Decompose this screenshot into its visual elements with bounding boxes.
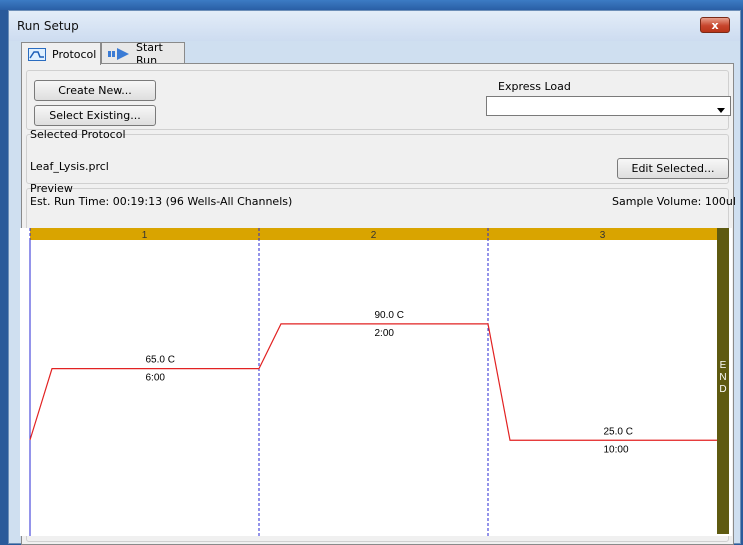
step-temperature-label: 90.0 C bbox=[375, 310, 404, 321]
tab-protocol[interactable]: Protocol bbox=[21, 42, 101, 65]
est-run-time: Est. Run Time: 00:19:13 (96 Wells-All Ch… bbox=[30, 195, 293, 208]
step-time-label: 2:00 bbox=[375, 328, 395, 339]
create-new-button[interactable]: Create New... bbox=[34, 80, 156, 101]
step-number-label: 3 bbox=[600, 230, 606, 241]
edit-selected-label: Edit Selected... bbox=[631, 162, 715, 175]
close-button[interactable]: x bbox=[700, 17, 730, 33]
step-time-label: 10:00 bbox=[604, 444, 629, 455]
desktop-top-band bbox=[0, 0, 743, 10]
window-title: Run Setup bbox=[17, 19, 79, 33]
step-temperature-label: 25.0 C bbox=[604, 426, 633, 437]
express-load-label: Express Load bbox=[498, 80, 571, 93]
end-label-letter: N bbox=[719, 372, 726, 383]
create-new-label: Create New... bbox=[58, 84, 132, 97]
selected-protocol-value: Leaf_Lysis.prcl bbox=[30, 160, 109, 173]
tab-protocol-label: Protocol bbox=[52, 47, 97, 61]
step-number-label: 2 bbox=[371, 230, 377, 241]
edit-selected-button[interactable]: Edit Selected... bbox=[617, 158, 729, 179]
protocol-preview-chart: E N D 1 2 3 65.0 C 6:00 90.0 C 2:00 25.0 C 10:00 bbox=[20, 228, 732, 536]
end-label-letter: E bbox=[720, 360, 727, 371]
chevron-down-icon bbox=[717, 103, 725, 116]
waveform-icon bbox=[28, 47, 46, 61]
step-time-label: 6:00 bbox=[146, 373, 166, 384]
selected-protocol-label: Selected Protocol bbox=[30, 128, 126, 141]
play-arrow-icon bbox=[108, 47, 130, 61]
tab-start-run[interactable]: Start Run bbox=[101, 41, 185, 67]
title-bar[interactable]: Run Setup x bbox=[9, 11, 740, 41]
close-icon: x bbox=[711, 18, 719, 32]
sample-volume: Sample Volume: 100ul bbox=[612, 195, 736, 208]
step-number-label: 1 bbox=[142, 230, 148, 241]
end-label-letter: D bbox=[719, 384, 726, 395]
preview-label: Preview bbox=[30, 182, 73, 195]
select-existing-label: Select Existing... bbox=[49, 109, 141, 122]
express-load-dropdown[interactable] bbox=[486, 96, 731, 116]
temperature-profile-line bbox=[29, 323, 717, 441]
select-existing-button[interactable]: Select Existing... bbox=[34, 105, 156, 126]
step-temperature-label: 65.0 C bbox=[146, 355, 175, 366]
